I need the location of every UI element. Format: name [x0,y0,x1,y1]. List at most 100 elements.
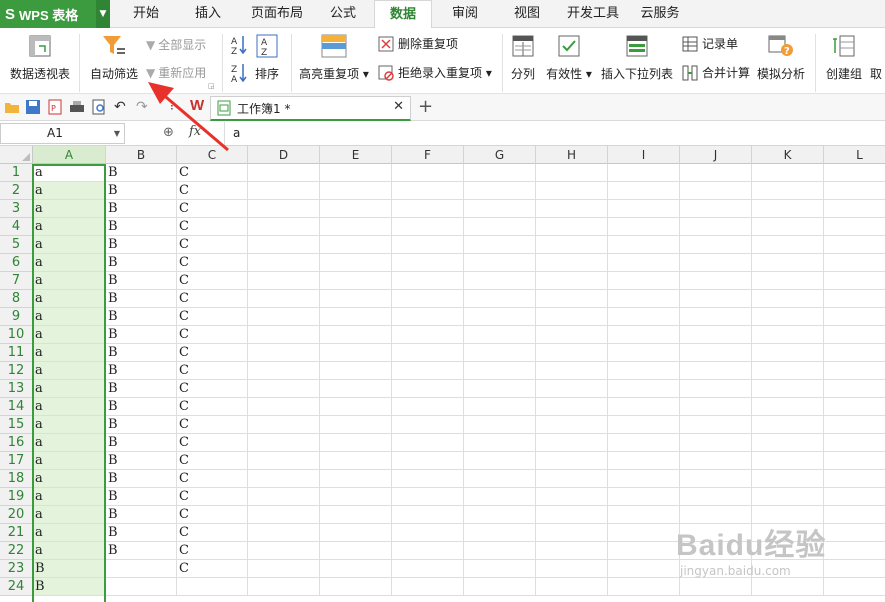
cell-i23[interactable] [608,560,680,578]
cell-g11[interactable] [464,344,536,362]
cell-j3[interactable] [680,200,752,218]
cell-b22[interactable]: B [106,542,177,560]
cell-e8[interactable] [320,290,392,308]
cell-k2[interactable] [752,182,824,200]
formula-input[interactable]: a [224,122,885,145]
cell-d20[interactable] [248,506,320,524]
cell-d16[interactable] [248,434,320,452]
cell-l16[interactable] [824,434,885,452]
cell-g2[interactable] [464,182,536,200]
cell-j14[interactable] [680,398,752,416]
cell-j2[interactable] [680,182,752,200]
cell-k4[interactable] [752,218,824,236]
cell-e2[interactable] [320,182,392,200]
cell-k24[interactable] [752,578,824,596]
column-header-b[interactable]: B [106,146,177,164]
cell-e17[interactable] [320,452,392,470]
fx-icon[interactable]: fx [189,124,201,139]
cell-g14[interactable] [464,398,536,416]
cell-b10[interactable]: B [106,326,177,344]
cell-i13[interactable] [608,380,680,398]
cell-c16[interactable]: C [177,434,248,452]
cell-k9[interactable] [752,308,824,326]
row-header[interactable]: 12 [0,362,33,380]
cell-c8[interactable]: C [177,290,248,308]
cell-e22[interactable] [320,542,392,560]
cell-g18[interactable] [464,470,536,488]
cell-b19[interactable]: B [106,488,177,506]
cell-g5[interactable] [464,236,536,254]
autofilter-button[interactable]: 自动筛选 [88,34,140,82]
cell-h10[interactable] [536,326,608,344]
cell-d10[interactable] [248,326,320,344]
row-header[interactable]: 8 [0,290,33,308]
cell-c12[interactable]: C [177,362,248,380]
cell-i7[interactable] [608,272,680,290]
row-header[interactable]: 7 [0,272,33,290]
row-header[interactable]: 5 [0,236,33,254]
cell-c20[interactable]: C [177,506,248,524]
cell-d3[interactable] [248,200,320,218]
cell-f12[interactable] [392,362,464,380]
cell-b14[interactable]: B [106,398,177,416]
cell-g16[interactable] [464,434,536,452]
cell-e7[interactable] [320,272,392,290]
column-header-g[interactable]: G [464,146,536,164]
cell-l22[interactable] [824,542,885,560]
cell-k10[interactable] [752,326,824,344]
tab-view[interactable]: 视图 [500,0,554,28]
cell-e24[interactable] [320,578,392,596]
cell-k22[interactable] [752,542,824,560]
cell-a23[interactable]: B [33,560,106,578]
wps-home-icon[interactable]: W [190,97,206,114]
row-header[interactable]: 23 [0,560,33,578]
row-header[interactable]: 13 [0,380,33,398]
cell-d7[interactable] [248,272,320,290]
cell-j24[interactable] [680,578,752,596]
cell-l13[interactable] [824,380,885,398]
cell-f8[interactable] [392,290,464,308]
cell-h17[interactable] [536,452,608,470]
cell-b7[interactable]: B [106,272,177,290]
zoom-search-icon[interactable]: ⊕ [163,125,174,140]
workbook-tab[interactable]: 工作簿1 * ✕ [210,96,411,121]
cell-a18[interactable]: a [33,470,106,488]
cell-e16[interactable] [320,434,392,452]
cell-l23[interactable] [824,560,885,578]
cell-g9[interactable] [464,308,536,326]
cell-k14[interactable] [752,398,824,416]
cell-j1[interactable] [680,164,752,182]
cell-e5[interactable] [320,236,392,254]
cell-g17[interactable] [464,452,536,470]
cell-h8[interactable] [536,290,608,308]
cell-e13[interactable] [320,380,392,398]
cell-j22[interactable] [680,542,752,560]
cell-k23[interactable] [752,560,824,578]
cell-d23[interactable] [248,560,320,578]
tab-data[interactable]: 数据 [374,0,432,29]
cell-a12[interactable]: a [33,362,106,380]
cell-k8[interactable] [752,290,824,308]
cell-h2[interactable] [536,182,608,200]
cell-k5[interactable] [752,236,824,254]
cell-e4[interactable] [320,218,392,236]
cell-f1[interactable] [392,164,464,182]
cell-k11[interactable] [752,344,824,362]
cell-d9[interactable] [248,308,320,326]
cell-h21[interactable] [536,524,608,542]
validity-button[interactable]: 有效性 ▾ [545,34,593,82]
cell-h11[interactable] [536,344,608,362]
column-header-c[interactable]: C [177,146,248,164]
cell-g15[interactable] [464,416,536,434]
cell-f21[interactable] [392,524,464,542]
cell-a5[interactable]: a [33,236,106,254]
cell-e9[interactable] [320,308,392,326]
cell-a14[interactable]: a [33,398,106,416]
cell-f5[interactable] [392,236,464,254]
cell-i8[interactable] [608,290,680,308]
cell-h13[interactable] [536,380,608,398]
cell-l2[interactable] [824,182,885,200]
cell-c7[interactable]: C [177,272,248,290]
cell-k6[interactable] [752,254,824,272]
cell-j12[interactable] [680,362,752,380]
